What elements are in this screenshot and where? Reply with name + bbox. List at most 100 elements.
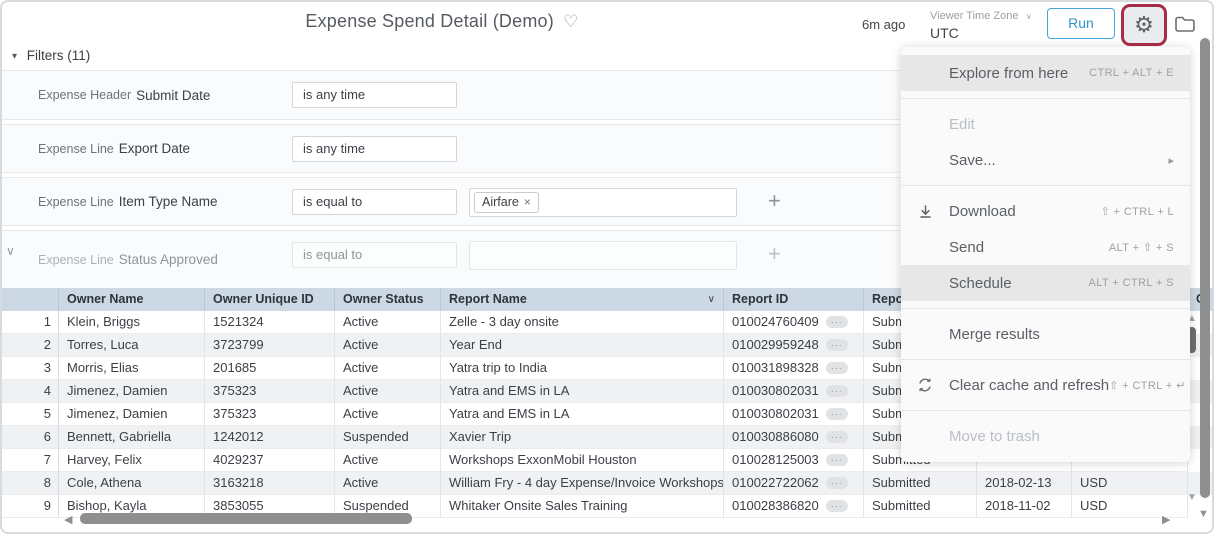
table-cell[interactable]: 010030802031 ···: [724, 403, 864, 426]
table-cell[interactable]: 010030886080 ···: [724, 426, 864, 449]
table-cell[interactable]: Yatra trip to India: [441, 357, 724, 380]
column-header[interactable]: Owner Unique ID: [205, 288, 335, 311]
table-cell[interactable]: Active: [335, 357, 441, 380]
table-cell[interactable]: William Fry - 4 day Expense/Invoice Work…: [441, 472, 724, 495]
table-cell[interactable]: Torres, Luca: [59, 334, 205, 357]
table-cell[interactable]: 3163218: [205, 472, 335, 495]
cell-ellipsis-menu-icon[interactable]: ···: [825, 385, 848, 397]
table-cell[interactable]: Jimenez, Damien: [59, 403, 205, 426]
table-cell[interactable]: 201685: [205, 357, 335, 380]
table-cell[interactable]: USD: [1072, 472, 1188, 495]
filter-row-export-date: Expense Line Export Date is any time: [2, 124, 900, 173]
filter-view-name: Expense Header: [38, 88, 132, 102]
menu-item-send[interactable]: Send ALT + ⇧ + S: [901, 229, 1190, 265]
table-cell[interactable]: 1521324: [205, 311, 335, 334]
add-filter-value-button[interactable]: +: [768, 190, 781, 212]
filters-section-toggle[interactable]: ▾ Filters (11): [12, 48, 90, 63]
table-cell[interactable]: Jimenez, Damien: [59, 380, 205, 403]
filter-operator-select[interactable]: is equal to: [292, 242, 457, 268]
menu-divider: [901, 308, 1190, 309]
filter-operator-select[interactable]: is equal to: [292, 189, 457, 215]
table-cell[interactable]: 2018-02-13: [977, 472, 1072, 495]
table-cell[interactable]: Active: [335, 472, 441, 495]
table-cell[interactable]: USD: [1072, 495, 1188, 518]
table-cell[interactable]: 010030802031 ···: [724, 380, 864, 403]
table-cell[interactable]: 010029959248 ···: [724, 334, 864, 357]
table-scroll-down-arrow-icon[interactable]: ▼: [1187, 492, 1197, 503]
menu-item-download[interactable]: Download ⇧ + CTRL + L: [901, 193, 1190, 229]
table-cell[interactable]: Zelle - 3 day onsite: [441, 311, 724, 334]
table-cell[interactable]: Active: [335, 334, 441, 357]
chevron-down-icon: ∨: [1025, 12, 1032, 21]
table-cell[interactable]: 3723799: [205, 334, 335, 357]
table-cell[interactable]: Whitaker Onsite Sales Training: [441, 495, 724, 518]
table-cell[interactable]: Active: [335, 403, 441, 426]
table-cell[interactable]: Active: [335, 449, 441, 472]
table-cell[interactable]: 1242012: [205, 426, 335, 449]
column-header[interactable]: Owner Name: [59, 288, 205, 311]
table-cell[interactable]: Suspended: [335, 426, 441, 449]
table-cell[interactable]: 010031898328 ···: [724, 357, 864, 380]
table-cell[interactable]: 010028386820 ···: [724, 495, 864, 518]
cell-ellipsis-menu-icon[interactable]: ···: [825, 408, 848, 420]
table-cell[interactable]: 4029237: [205, 449, 335, 472]
timezone-selector[interactable]: Viewer Time Zone ∨ UTC: [930, 6, 1032, 41]
cell-ellipsis-menu-icon[interactable]: ···: [825, 362, 848, 374]
filters-scroll-chevron-icon[interactable]: ∨: [6, 244, 15, 258]
menu-item-clear-cache-and-refresh[interactable]: Clear cache and refresh ⇧ + CTRL + ↵: [901, 367, 1190, 403]
menu-item-merge-results[interactable]: Merge results: [901, 316, 1190, 352]
table-cell[interactable]: Morris, Elias: [59, 357, 205, 380]
table-cell[interactable]: Year End: [441, 334, 724, 357]
remove-chip-icon[interactable]: ×: [524, 195, 531, 209]
table-scroll-right-arrow-icon[interactable]: ▶: [1162, 513, 1170, 526]
filter-operator-select[interactable]: is any time: [292, 82, 457, 108]
menu-item-explore-from-here[interactable]: Explore from here CTRL + ALT + E: [901, 55, 1190, 91]
column-header[interactable]: Owner Status: [335, 288, 441, 311]
cell-ellipsis-menu-icon[interactable]: ···: [825, 339, 848, 351]
table-cell[interactable]: Bennett, Gabriella: [59, 426, 205, 449]
add-filter-value-button[interactable]: +: [768, 243, 781, 265]
column-header[interactable]: Report ID: [724, 288, 864, 311]
cell-ellipsis-menu-icon[interactable]: ···: [825, 431, 848, 443]
table-cell[interactable]: 010022722062 ···: [724, 472, 864, 495]
table-cell[interactable]: Submitted: [864, 495, 977, 518]
cell-ellipsis-menu-icon[interactable]: ···: [825, 500, 848, 512]
table-cell[interactable]: Yatra and EMS in LA: [441, 403, 724, 426]
filter-operator-select[interactable]: is any time: [292, 136, 457, 162]
table-horizontal-scrollbar[interactable]: [80, 513, 412, 524]
menu-item-label: Explore from here: [949, 64, 1069, 82]
table-cell[interactable]: Active: [335, 380, 441, 403]
page-scroll-down-arrow-icon[interactable]: ▼: [1198, 508, 1209, 520]
table-cell[interactable]: 2018-11-02: [977, 495, 1072, 518]
table-cell[interactable]: 375323: [205, 380, 335, 403]
table-cell[interactable]: Xavier Trip: [441, 426, 724, 449]
table-cell[interactable]: Yatra and EMS in LA: [441, 380, 724, 403]
table-cell[interactable]: 375323: [205, 403, 335, 426]
cell-ellipsis-menu-icon[interactable]: ···: [825, 316, 848, 328]
folder-icon[interactable]: [1174, 14, 1196, 34]
run-button[interactable]: Run: [1047, 8, 1115, 39]
cell-ellipsis-menu-icon[interactable]: ···: [825, 454, 848, 466]
table-cell[interactable]: Cole, Athena: [59, 472, 205, 495]
table-cell[interactable]: 010028125003 ···: [724, 449, 864, 472]
row-number: 1: [2, 311, 59, 334]
table-scroll-left-arrow-icon[interactable]: ◀: [64, 513, 72, 526]
menu-divider: [901, 98, 1190, 99]
table-cell[interactable]: Harvey, Felix: [59, 449, 205, 472]
column-header[interactable]: Report Name ∨: [441, 288, 724, 311]
favorite-heart-icon[interactable]: ♡: [563, 12, 578, 31]
sort-descending-icon: ∨: [707, 294, 715, 305]
cell-ellipsis-menu-icon[interactable]: ···: [825, 477, 848, 489]
filter-value-input[interactable]: [469, 241, 737, 270]
filter-value-input[interactable]: Airfare ×: [469, 188, 737, 217]
menu-item-schedule[interactable]: Schedule ALT + CTRL + S: [901, 265, 1190, 301]
page-vertical-scrollbar[interactable]: [1200, 38, 1210, 498]
table-cell[interactable]: Workshops ExxonMobil Houston: [441, 449, 724, 472]
table-cell[interactable]: Submitted: [864, 472, 977, 495]
gear-icon[interactable]: ⚙: [1124, 7, 1164, 43]
table-cell[interactable]: Klein, Briggs: [59, 311, 205, 334]
table-cell[interactable]: Active: [335, 311, 441, 334]
menu-item-save[interactable]: Save... ▸: [901, 142, 1190, 178]
table-cell[interactable]: 010024760409 ···: [724, 311, 864, 334]
menu-divider: [901, 185, 1190, 186]
